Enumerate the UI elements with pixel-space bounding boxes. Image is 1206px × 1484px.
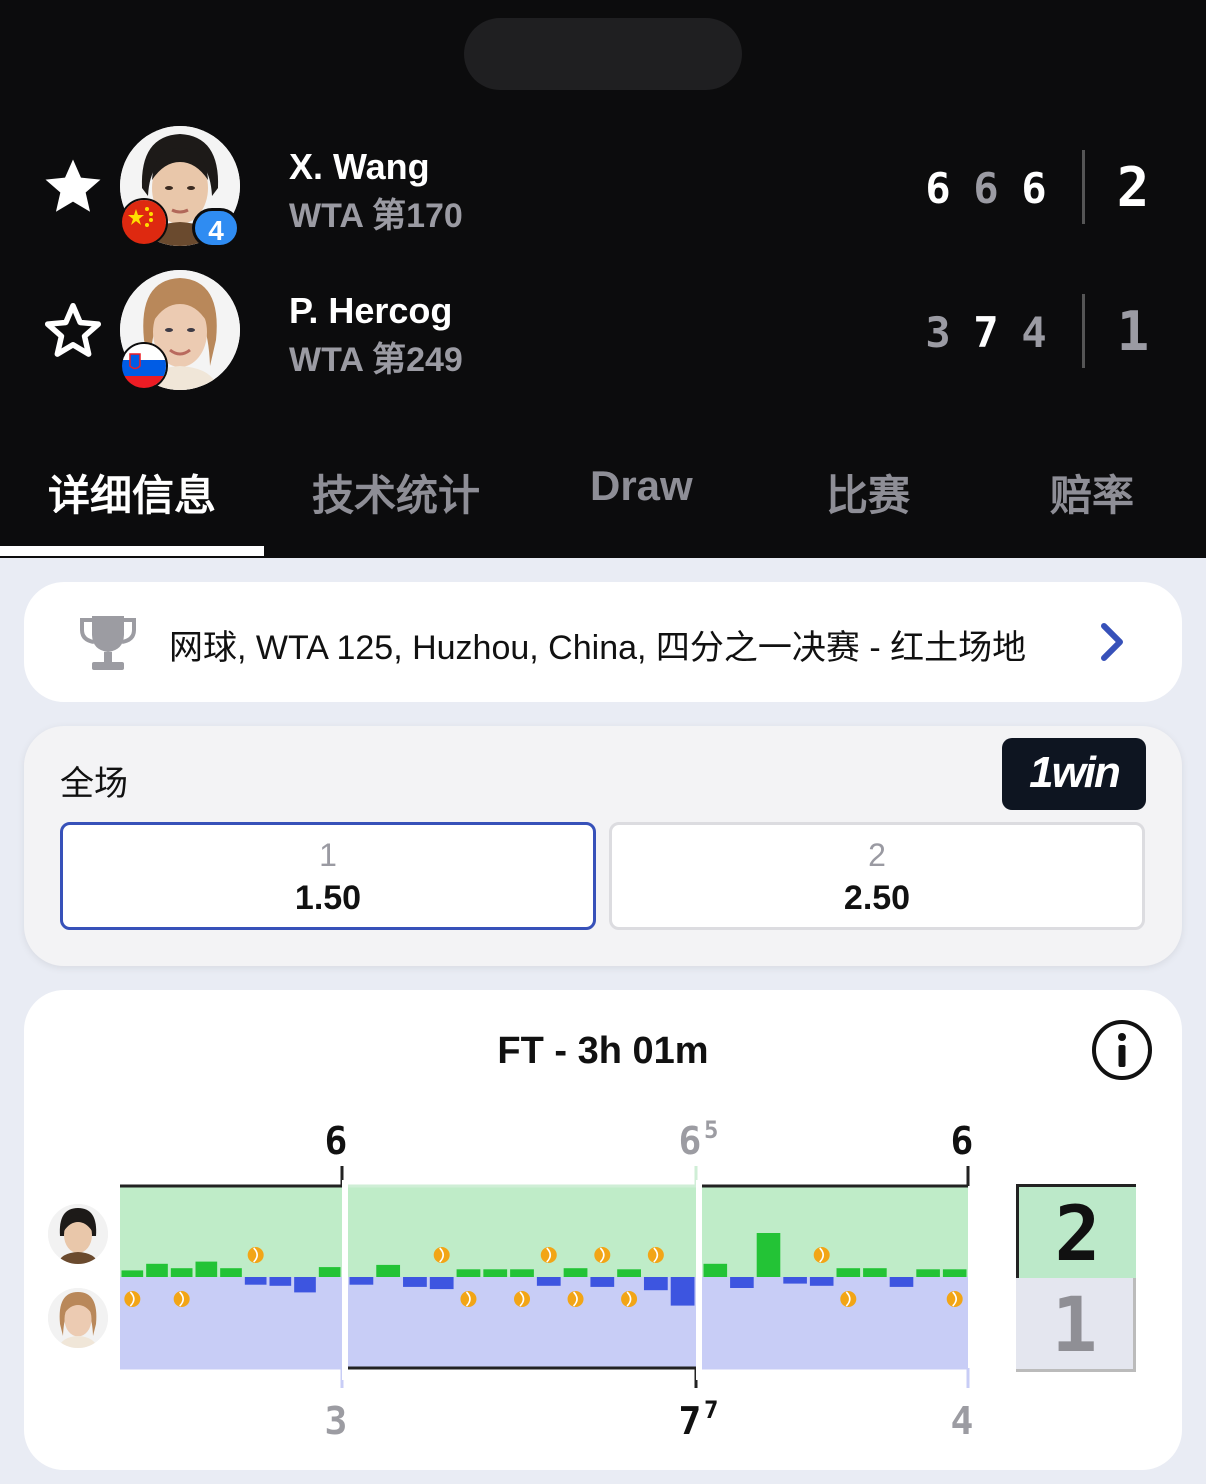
set-bottom-tiebreak: 7 — [704, 1396, 718, 1424]
odds-option-label: 1 — [319, 837, 337, 873]
odds-button-home[interactable]: 1 1.50 — [60, 822, 596, 930]
sets-won-box: 2 1 — [1016, 1180, 1138, 1372]
odds-button-away[interactable]: 2 2.50 — [609, 822, 1145, 930]
set-gap — [696, 1180, 702, 1380]
game-bar-player2 — [590, 1277, 615, 1287]
game-bar-player2 — [670, 1277, 695, 1306]
game-bar-player1 — [456, 1269, 481, 1277]
tournament-card[interactable]: 网球, WTA 125, Huzhou, China, 四分之一决赛 - 红土场… — [24, 582, 1182, 702]
score-divider — [1082, 150, 1085, 224]
set-top-score: 6 — [679, 1119, 702, 1163]
score-divider — [1082, 294, 1085, 368]
player2-set2-score: 7 — [973, 308, 999, 357]
game-bar-player2 — [809, 1277, 834, 1286]
bookmaker-logo[interactable]: 1win — [1002, 738, 1146, 810]
set-top-tiebreak: 5 — [704, 1116, 718, 1144]
player2-sets-total: 1 — [1016, 1278, 1136, 1372]
tab-details[interactable]: 详细信息 — [48, 462, 216, 523]
odds-card: 全场 1win 1 1.50 2 2.50 — [24, 726, 1182, 966]
game-bar-player1 — [942, 1269, 967, 1277]
player1-sets-total: 2 — [1016, 1184, 1136, 1278]
set-top-score: 6 — [325, 1119, 348, 1163]
game-bar-player2 — [730, 1277, 754, 1288]
game-bar-player1 — [146, 1263, 168, 1277]
player2-sets-won: 1 — [1116, 300, 1150, 363]
game-bar-player1 — [703, 1263, 728, 1277]
odds-market-label: 全场 — [60, 765, 128, 803]
game-bar-player1 — [756, 1233, 781, 1277]
player1-set1-score: 6 — [925, 164, 951, 213]
trophy-icon — [76, 610, 140, 674]
player1-rank: WTA 第170 — [289, 197, 463, 235]
game-bar-player2 — [536, 1277, 561, 1286]
set-bottom-zone — [348, 1277, 696, 1368]
set-bottom-zone — [702, 1277, 968, 1368]
game-bar-player1 — [510, 1269, 534, 1277]
active-tab-indicator — [0, 546, 264, 556]
set-top-score: 6 — [951, 1119, 974, 1163]
momentum-card: FT - 3h 01m 63657764 2 1 — [24, 990, 1182, 1470]
game-bar-player1 — [195, 1261, 218, 1277]
set-bottom-score: 7 — [679, 1399, 702, 1443]
chevron-right-icon[interactable] — [1092, 620, 1132, 664]
game-bar-player2 — [403, 1277, 427, 1287]
game-bar-player2 — [429, 1277, 454, 1290]
game-bar-player2 — [294, 1277, 316, 1293]
set-gap — [342, 1180, 348, 1380]
game-bar-player2 — [783, 1277, 807, 1284]
player2-name[interactable]: P. Hercog — [289, 290, 452, 332]
slovenia-flag-icon — [120, 342, 168, 390]
game-bar-player1 — [318, 1267, 341, 1277]
game-bar-player2 — [643, 1277, 668, 1291]
game-bar-player1 — [863, 1268, 887, 1277]
momentum-chart: 636 57 764 — [120, 1116, 974, 1443]
game-bar-player1 — [617, 1269, 641, 1277]
game-bar-player1 — [170, 1268, 193, 1277]
game-bar-player1 — [376, 1264, 401, 1277]
game-bar-player1 — [121, 1270, 144, 1277]
odds-option-value: 2.50 — [843, 879, 911, 917]
set-bottom-score: 4 — [951, 1399, 974, 1443]
match-header: 4 X. Wang WTA 第170 6 6 6 2 P. Hercog WTA… — [0, 0, 1206, 558]
tab-matches[interactable]: 比赛 — [826, 462, 910, 523]
player1-set2-score: 6 — [973, 164, 999, 213]
game-bar-player2 — [349, 1277, 374, 1285]
player2-set3-score: 4 — [1021, 308, 1047, 357]
player2-set1-score: 3 — [925, 308, 951, 357]
game-bar-player2 — [269, 1277, 292, 1286]
player1-set3-score: 6 — [1021, 164, 1047, 213]
seed-badge: 4 — [192, 208, 240, 248]
tab-statistics[interactable]: 技术统计 — [312, 462, 480, 523]
odds-option-value: 1.50 — [294, 879, 362, 917]
game-bar-player2 — [244, 1277, 267, 1285]
game-bar-player1 — [483, 1269, 508, 1277]
tab-odds[interactable]: 赔率 — [1050, 462, 1134, 523]
odds-option-label: 2 — [868, 837, 886, 873]
china-flag-icon — [120, 198, 168, 246]
game-bar-player1 — [563, 1268, 588, 1277]
favorite-star-outline-icon[interactable] — [40, 298, 106, 364]
player1-name[interactable]: X. Wang — [289, 146, 430, 188]
dynamic-island — [464, 18, 742, 90]
player2-rank: WTA 第249 — [289, 341, 463, 379]
set-bottom-score: 3 — [325, 1399, 348, 1443]
set-top-zone — [702, 1186, 968, 1277]
tournament-name: 网球, WTA 125, Huzhou, China, 四分之一决赛 - 红土场… — [169, 629, 1027, 667]
game-bar-player1 — [220, 1268, 242, 1277]
tab-bar: 详细信息 技术统计 Draw 比赛 赔率 — [0, 440, 1206, 558]
game-bar-player2 — [889, 1277, 914, 1287]
set-top-zone — [348, 1186, 696, 1277]
game-bar-player1 — [916, 1269, 940, 1277]
tab-draw[interactable]: Draw — [590, 462, 693, 510]
game-bar-player1 — [836, 1268, 861, 1277]
favorite-star-filled-icon[interactable] — [40, 154, 106, 220]
player1-sets-won: 2 — [1116, 156, 1150, 219]
set-top-zone — [120, 1186, 342, 1277]
